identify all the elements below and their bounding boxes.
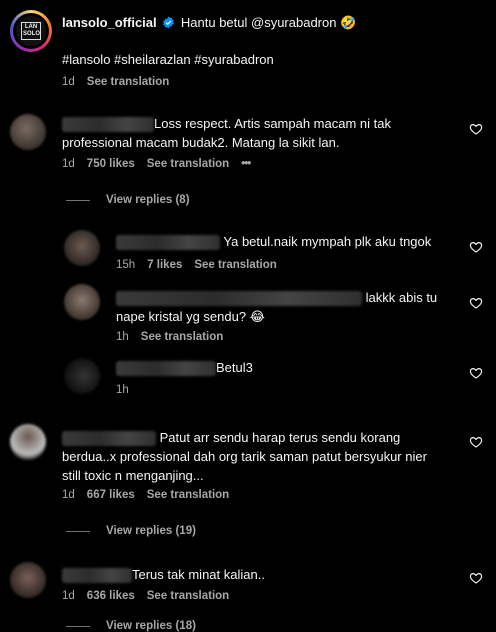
username-redacted [116, 235, 220, 251]
see-translation[interactable]: See translation [141, 331, 223, 343]
reply-avatar[interactable] [64, 230, 100, 266]
username-redacted [116, 361, 216, 377]
reply-text: Betul3 [116, 358, 253, 377]
username-redacted [116, 291, 362, 307]
reply-avatar[interactable] [64, 358, 100, 394]
reply-meta: 15h 7 likes See translation [116, 259, 277, 271]
post-see-translation[interactable]: See translation [87, 76, 169, 88]
see-translation[interactable]: See translation [194, 259, 276, 271]
username-redacted [62, 568, 132, 584]
like-heart-icon[interactable] [469, 240, 483, 254]
comment-text: Terus tak minat kalian.. [62, 565, 265, 584]
like-heart-icon[interactable] [469, 435, 483, 449]
reply-text: Ya betul.naik mympah plk aku tngok [116, 232, 431, 251]
post-meta: 1d See translation [62, 76, 169, 88]
like-heart-icon[interactable] [469, 366, 483, 380]
likes-count[interactable]: 636 likes [87, 590, 135, 602]
likes-count[interactable]: 667 likes [87, 489, 135, 501]
view-replies-button[interactable]: View replies (18) [66, 620, 196, 632]
view-replies-button[interactable]: View replies (8) [66, 194, 190, 206]
lansolo-logo: LAN SOLO [21, 22, 41, 40]
see-translation[interactable]: See translation [147, 489, 229, 501]
reply-avatar[interactable] [64, 284, 100, 320]
reply-meta: 1h [116, 384, 129, 396]
comment-text: Patut arr sendu harap terus sendu korang… [62, 430, 427, 483]
comment-avatar[interactable] [10, 114, 46, 150]
view-replies-button[interactable]: View replies (19) [66, 525, 196, 537]
post-hashtags[interactable]: #lansolo #sheilarazlan #syurabadron [62, 50, 274, 69]
reply-text: lakkk abis tu nape kristal yg sendu? 😂 [116, 290, 438, 324]
likes-count[interactable]: 7 likes [147, 259, 182, 271]
likes-count[interactable]: 750 likes [87, 158, 135, 170]
like-heart-icon[interactable] [469, 571, 483, 585]
see-translation[interactable]: See translation [147, 158, 229, 170]
username-redacted [62, 117, 154, 133]
post-emoji: 🤣 [340, 15, 357, 30]
verified-badge-icon [162, 16, 175, 34]
comment-meta: 1d 667 likes See translation [62, 489, 230, 501]
comment-avatar[interactable] [10, 562, 46, 598]
post-caption: Hantu betul @syurabadron [180, 15, 337, 30]
like-heart-icon[interactable] [469, 296, 483, 310]
comment-text: Loss respect. Artis sampah macam ni tak … [62, 116, 391, 150]
see-translation[interactable]: See translation [147, 590, 229, 602]
like-heart-icon[interactable] [469, 122, 483, 136]
post-time: 1d [62, 76, 75, 88]
comment-avatar[interactable] [10, 424, 46, 460]
more-options-icon[interactable]: ••• [241, 158, 251, 170]
post-avatar[interactable]: LAN SOLO [10, 10, 52, 52]
username-redacted [62, 431, 156, 447]
post-username[interactable]: lansolo_official [62, 15, 157, 30]
comment-meta: 1d 750 likes See translation ••• [62, 158, 251, 170]
reply-meta: 1h See translation [116, 331, 224, 343]
comment-meta: 1d 636 likes See translation [62, 590, 230, 602]
post-caption-line: lansolo_official Hantu betul @syurabadro… [62, 14, 356, 34]
